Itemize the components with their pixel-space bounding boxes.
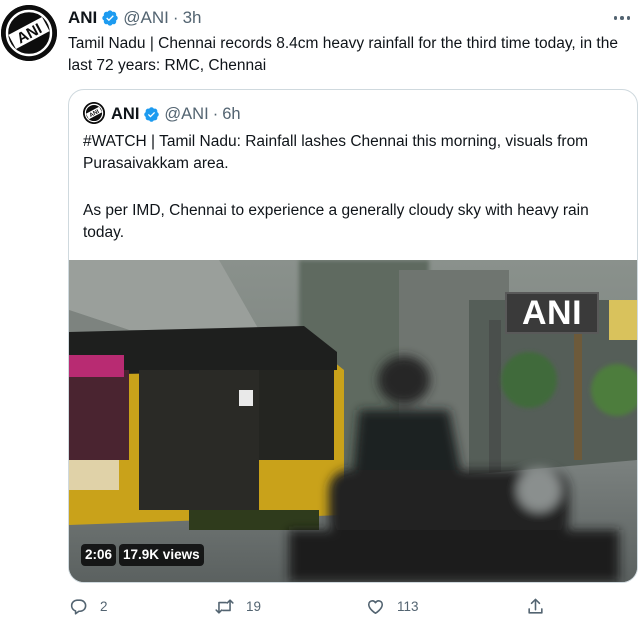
quote-text-paragraph-2: As per IMD, Chennai to experience a gene… <box>83 202 589 241</box>
reply-count: 2 <box>100 598 108 614</box>
verified-badge-icon <box>101 9 119 27</box>
quote-header: ANI @ANI · 6h <box>111 104 241 124</box>
avatar[interactable]: ANI <box>1 5 57 61</box>
video-player[interactable]: ANI 2:06 17.9K views <box>69 260 637 582</box>
like-count: 113 <box>397 598 419 614</box>
quote-author-name: ANI <box>111 104 140 123</box>
heart-icon <box>367 599 384 614</box>
quote-text-paragraph-1: #WATCH | Tamil Nadu: Rainfall lashes Che… <box>83 133 589 172</box>
tweet-text: Tamil Nadu | Chennai records 8.4cm heavy… <box>68 35 618 74</box>
separator-dot: · <box>172 8 179 27</box>
tweet-header: ANI @ANI · 3h <box>68 8 201 28</box>
author-handle[interactable]: @ANI <box>123 8 169 28</box>
quote-avatar[interactable]: ANI <box>83 102 105 124</box>
share-icon <box>528 598 543 614</box>
ani-watermark: ANI <box>505 292 599 334</box>
author-name[interactable]: ANI <box>68 8 97 28</box>
timestamp[interactable]: 3h <box>183 8 202 28</box>
like-button[interactable]: 113 <box>366 595 419 617</box>
separator-dot: · <box>212 104 219 123</box>
reply-button[interactable]: 2 <box>69 595 108 617</box>
video-duration: 2:06 <box>81 544 117 566</box>
share-button[interactable] <box>526 595 545 617</box>
video-views: 17.9K views <box>119 544 204 566</box>
tweet-actions: 2 19 113 <box>68 595 628 617</box>
retweet-count: 19 <box>246 598 262 614</box>
retweet-icon <box>215 598 234 614</box>
quote-author-handle: @ANI <box>164 104 209 123</box>
reply-icon <box>70 598 87 615</box>
quote-timestamp: 6h <box>222 104 241 123</box>
more-icon[interactable] <box>611 10 633 26</box>
tweet[interactable]: ANI ANI @ANI · 3h Tamil Nadu | Chennai r… <box>0 0 639 629</box>
quoted-tweet[interactable]: ANI ANI @ANI · 6h #WATCH | Tamil Nadu: R… <box>68 89 638 583</box>
ani-logo-icon: ANI <box>1 5 57 61</box>
ani-logo-icon: ANI <box>83 102 105 124</box>
verified-badge-icon <box>143 106 160 123</box>
video-meta: 2:06 17.9K views <box>81 544 204 566</box>
retweet-button[interactable]: 19 <box>215 595 261 617</box>
